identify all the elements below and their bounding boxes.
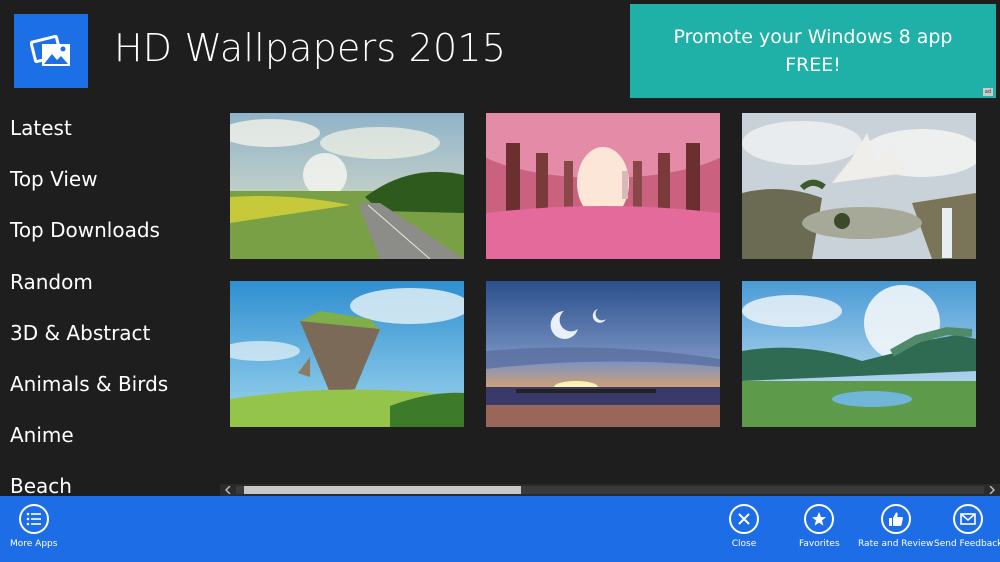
nav-item-beach[interactable]: Beach [0,460,210,496]
wallpaper-thumbnail-fantasy-city[interactable] [742,113,976,259]
list-icon [26,512,41,526]
nav-item-3d-abstract[interactable]: 3D & Abstract [0,307,210,358]
scroll-right-button[interactable] [984,484,1000,496]
wallpaper-thumbnail-planet-hand[interactable] [742,281,976,427]
ad-banner[interactable]: Promote your Windows 8 app FREE! ad [630,4,996,98]
wallpaper-grid [230,113,1000,483]
ad-text: Promote your Windows 8 app FREE! [673,26,953,76]
ad-badge[interactable]: ad [983,88,993,96]
app-logo [14,14,88,88]
more-apps-button[interactable]: More Apps [10,504,57,549]
wallpaper-thumbnail-road[interactable] [230,113,464,259]
close-button[interactable]: Close [729,504,759,549]
photo-gallery-icon [30,34,70,66]
chevron-left-icon [225,486,231,494]
horizontal-scrollbar[interactable] [220,484,1000,496]
rate-and-review-button[interactable]: Rate and Review [858,504,933,549]
star-icon [812,512,827,526]
mail-icon [960,513,976,525]
favorites-label: Favorites [799,539,840,549]
close-icon [738,513,750,525]
wallpaper-thumbnail-blossom[interactable] [486,113,720,259]
nav-item-top-view[interactable]: Top View [0,153,210,204]
nav-item-latest[interactable]: Latest [0,102,210,153]
thumbs-up-icon [888,512,903,526]
scrollbar-track[interactable] [236,486,984,494]
app-bar: More Apps Close Favorites Rate and Revie… [0,496,1000,562]
send-feedback-label: Send Feedback [934,539,1000,549]
rate-and-review-label: Rate and Review [858,539,934,549]
nav-item-top-downloads[interactable]: Top Downloads [0,204,210,255]
wallpaper-thumbnail-sunset-pier[interactable] [486,281,720,427]
send-feedback-button[interactable]: Send Feedback [934,504,1000,549]
category-nav: Latest Top View Top Downloads Random 3D … [0,102,210,496]
nav-item-random[interactable]: Random [0,256,210,307]
chevron-right-icon [989,486,995,494]
scrollbar-thumb[interactable] [244,486,521,494]
app-title: HD Wallpapers 2015 [114,26,507,70]
wallpaper-thumbnail-floating-island[interactable] [230,281,464,427]
favorites-button[interactable]: Favorites [799,504,840,549]
nav-item-anime[interactable]: Anime [0,409,210,460]
nav-item-animals-birds[interactable]: Animals & Birds [0,358,210,409]
scroll-left-button[interactable] [220,484,236,496]
close-label: Close [731,539,757,549]
more-apps-label: More Apps [10,539,58,549]
